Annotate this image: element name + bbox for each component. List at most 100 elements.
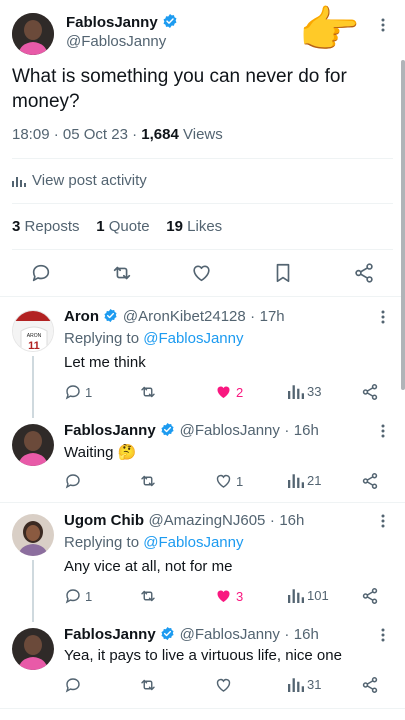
reply-icon — [32, 264, 50, 282]
share-button[interactable] — [361, 587, 379, 605]
main-author-avatar[interactable] — [12, 13, 54, 55]
repost-button[interactable] — [138, 587, 158, 605]
likes-label: Likes — [187, 218, 223, 235]
scrollbar-thumb[interactable] — [401, 60, 405, 390]
avatar-jersey-number: 11 — [28, 340, 40, 352]
reply-avatar[interactable]: ARON 11 — [12, 310, 54, 352]
reply-button[interactable] — [30, 262, 52, 284]
meta-sep: · — [132, 126, 138, 143]
like-button[interactable]: 1 — [214, 472, 243, 490]
quotes-label: Quote — [108, 218, 150, 235]
like-button[interactable]: 3 — [214, 587, 243, 605]
reply-header: FablosJanny @FablosJanny · 16h — [64, 422, 319, 440]
reply-button[interactable]: 1 — [64, 383, 92, 401]
share-button[interactable] — [353, 262, 375, 284]
thinking-face-emoji: 🤔 — [117, 444, 137, 461]
repost-icon — [141, 590, 155, 602]
share-button[interactable] — [361, 472, 379, 490]
bookmark-button[interactable] — [273, 262, 293, 284]
thread-line — [32, 356, 34, 418]
reply-author-name[interactable]: Ugom Chib — [64, 512, 144, 529]
like-count: 2 — [236, 384, 244, 400]
like-button[interactable] — [190, 262, 213, 284]
reply-author-handle[interactable]: @FablosJanny — [180, 626, 280, 643]
share-button[interactable] — [361, 383, 379, 401]
reply-author-name[interactable]: FablosJanny — [64, 422, 156, 439]
repost-icon — [141, 386, 155, 398]
quotes-stat[interactable]: 1 Quote — [96, 218, 149, 235]
divider — [12, 249, 393, 250]
like-button[interactable] — [214, 676, 233, 694]
replying-to-handle[interactable]: @FablosJanny — [143, 534, 243, 551]
main-author-handle[interactable]: @FablosJanny — [66, 33, 166, 50]
reply-text: Let me think — [64, 354, 146, 371]
repost-icon — [141, 679, 155, 691]
like-count: 1 — [236, 473, 244, 489]
main-post-text: What is something you can never do for m… — [12, 66, 347, 112]
reply-time: 16h — [293, 626, 319, 643]
likes-stat[interactable]: 19 Likes — [166, 218, 222, 235]
reply-time: 17h — [259, 308, 285, 325]
reply-header: FablosJanny @FablosJanny · 16h — [64, 626, 319, 644]
reply-header: Ugom Chib @AmazingNJ605 · 16h — [64, 512, 304, 530]
meta-sep: · — [284, 626, 290, 643]
views-button[interactable]: 21 — [288, 472, 321, 488]
reply-icon — [65, 589, 80, 604]
likes-count: 19 — [166, 218, 183, 235]
views-button[interactable]: 31 — [288, 676, 321, 692]
analytics-icon — [12, 176, 26, 187]
views-icon — [288, 678, 304, 692]
reply-avatar[interactable] — [12, 628, 54, 670]
reply-author-handle[interactable]: @FablosJanny — [180, 422, 280, 439]
like-count: 3 — [236, 588, 244, 604]
reposts-stat[interactable]: 3 Reposts — [12, 218, 80, 235]
post-meta: 18:09 · 05 Oct 23 · 1,684 Views — [12, 126, 223, 143]
meta-sep: · — [53, 126, 59, 143]
reply-avatar[interactable] — [12, 514, 54, 556]
thread-line — [32, 560, 34, 622]
views-button[interactable]: 33 — [288, 383, 321, 399]
reply-icon — [65, 678, 80, 693]
main-author-name[interactable]: FablosJanny — [66, 14, 158, 31]
more-options-icon[interactable] — [381, 514, 385, 531]
repost-icon — [113, 266, 131, 280]
replying-to-label: Replying to — [64, 330, 140, 347]
views-label: Views — [183, 126, 223, 143]
repost-button[interactable] — [138, 383, 158, 401]
reply-button[interactable]: 1 — [64, 587, 92, 605]
reply-author-handle[interactable]: @AronKibet24128 — [123, 308, 246, 325]
share-icon — [355, 263, 373, 283]
replying-to-handle[interactable]: @FablosJanny — [143, 330, 243, 347]
post-time: 18:09 — [12, 126, 50, 143]
views-count: 31 — [307, 676, 322, 692]
reply-author-name[interactable]: FablosJanny — [64, 626, 156, 643]
reply-author-name[interactable]: Aron — [64, 308, 99, 325]
views-icon — [288, 589, 304, 603]
reply-author-handle[interactable]: @AmazingNJ605 — [148, 512, 265, 529]
reply-icon — [65, 385, 80, 400]
more-options-icon[interactable] — [381, 424, 385, 441]
more-options-icon[interactable] — [381, 18, 385, 35]
reply-avatar[interactable] — [12, 424, 54, 466]
share-button[interactable] — [361, 676, 379, 694]
repost-button[interactable] — [138, 676, 158, 694]
main-author-header: FablosJanny — [66, 13, 178, 32]
reply-button[interactable] — [64, 472, 82, 490]
reply-button[interactable] — [64, 676, 82, 694]
repost-button[interactable] — [138, 472, 158, 490]
views-count: 21 — [307, 472, 322, 488]
replying-to: Replying to @FablosJanny — [64, 534, 244, 551]
meta-sep: · — [250, 308, 256, 325]
more-options-icon[interactable] — [381, 310, 385, 327]
share-icon — [362, 677, 378, 693]
view-post-activity-link[interactable]: View post activity — [12, 172, 147, 189]
reposts-label: Reposts — [24, 218, 80, 235]
repost-button[interactable] — [110, 262, 134, 284]
reply-count: 1 — [85, 384, 93, 400]
views-button[interactable]: 101 — [288, 587, 329, 603]
views-icon — [288, 474, 304, 488]
reply-text: Waiting — [64, 444, 114, 461]
divider — [12, 203, 393, 204]
like-button[interactable]: 2 — [214, 383, 243, 401]
more-options-icon[interactable] — [381, 628, 385, 645]
